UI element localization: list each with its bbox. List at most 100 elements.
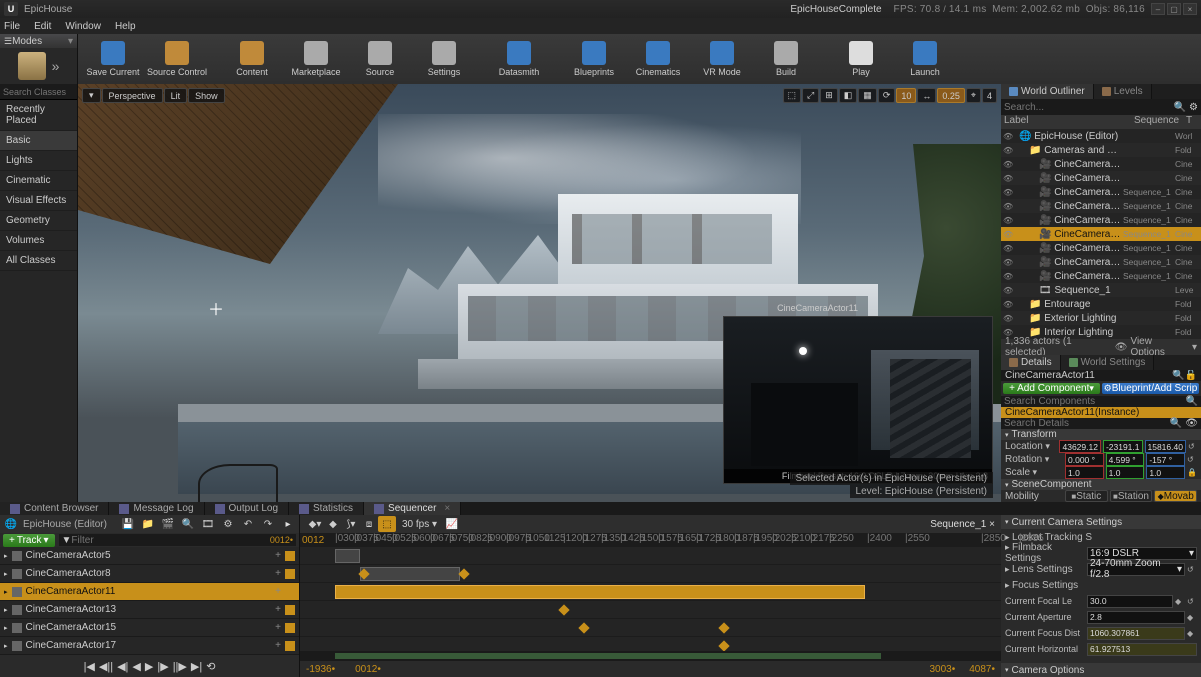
goto-start-icon[interactable]: |◀	[84, 660, 95, 673]
visibility-icon[interactable]: 👁	[1003, 244, 1015, 253]
section-current-camera[interactable]: ▾Current Camera Settings	[1001, 515, 1201, 529]
toolbar-settings[interactable]: Settings	[415, 36, 473, 82]
expand-icon[interactable]: ▸	[4, 624, 8, 632]
loc-y-field[interactable]: -23191.1	[1103, 440, 1143, 453]
tree-row[interactable]: 👁🎥 CineCameraActor3Sequence_1Cine	[1001, 185, 1201, 199]
category-cinematic[interactable]: Cinematic	[0, 171, 77, 191]
range-in[interactable]: 0012•	[355, 664, 381, 675]
visibility-icon[interactable]: 👁	[1003, 160, 1015, 169]
step-fwd-key-icon[interactable]: |▶	[157, 660, 168, 673]
vp-rtool-10[interactable]: 4	[982, 88, 997, 103]
settings-icon[interactable]: ⚙	[220, 516, 236, 532]
vp-rtool-1[interactable]: ⤢	[802, 88, 819, 103]
viewport[interactable]: ＋ ▾PerspectiveLitShow ⬚⤢⊞◧▦⟳10↔0.25⌖4 Ci…	[78, 84, 1001, 502]
toolbar-launch[interactable]: Launch	[896, 36, 954, 82]
filter-icon[interactable]: ⚙	[1189, 102, 1198, 113]
play-icon[interactable]: ▸	[280, 516, 296, 532]
section-scenecomponent[interactable]: ▾SceneComponent	[1001, 479, 1201, 490]
tab-details[interactable]: Details	[1001, 355, 1061, 370]
menu-edit[interactable]: Edit	[34, 21, 51, 32]
vp-tool-3[interactable]: Show	[188, 88, 225, 103]
tree-row[interactable]: 👁📁 Exterior LightingFold	[1001, 311, 1201, 325]
render-icon[interactable]: 🎬	[160, 516, 176, 532]
vp-rtool-2[interactable]: ⊞	[820, 88, 838, 103]
clapper-icon[interactable]: 🎞	[200, 516, 216, 532]
vp-rtool-8[interactable]: 0.25	[937, 88, 965, 103]
tab-content-browser[interactable]: Content Browser	[0, 502, 109, 515]
step-fwd-frame-icon[interactable]: ||▶	[173, 660, 187, 673]
step-back-frame-icon[interactable]: ◀||	[99, 660, 113, 673]
redo-icon[interactable]: ↷	[260, 516, 276, 532]
track-vis-icon[interactable]	[285, 587, 295, 597]
play-icon[interactable]: ▶	[145, 660, 153, 673]
mob-stationary[interactable]: ■ Station	[1110, 490, 1153, 502]
tab-output-log[interactable]: Output Log	[205, 502, 289, 515]
expand-icon[interactable]: ▸	[4, 588, 8, 596]
sequence-name[interactable]: Sequence_1 ×	[930, 519, 995, 530]
toolbar-source[interactable]: Source	[351, 36, 409, 82]
seq-track[interactable]: ▸CineCameraActor8+	[0, 565, 299, 583]
visibility-icon[interactable]: 👁	[1003, 230, 1015, 239]
reset-icon[interactable]: ↺	[1188, 442, 1197, 451]
tree-row[interactable]: 👁🎥 CineCameraActor15Sequence_1Cine	[1001, 255, 1201, 269]
tree-row[interactable]: 👁🎥 CineCameraActor5Sequence_1Cine	[1001, 199, 1201, 213]
add-track-button[interactable]: + Track ▾	[3, 534, 55, 547]
browse-icon[interactable]: 📁	[140, 516, 156, 532]
toolbar-cinematics[interactable]: Cinematics	[629, 36, 687, 82]
seq-track[interactable]: ▸CineCameraActor17+	[0, 637, 299, 655]
tree-row[interactable]: 👁🎞 Sequence_1Leve	[1001, 283, 1201, 297]
category-geometry[interactable]: Geometry	[0, 211, 77, 231]
menu-help[interactable]: Help	[115, 21, 136, 32]
tree-row[interactable]: 👁📁 Cameras and SequenceFold	[1001, 143, 1201, 157]
toolbar-vr-mode[interactable]: VR Mode	[693, 36, 751, 82]
menu-file[interactable]: File	[4, 21, 20, 32]
modes-expand-icon[interactable]: »	[52, 58, 60, 74]
vp-rtool-9[interactable]: ⌖	[966, 88, 981, 103]
visibility-icon[interactable]: 👁	[1003, 272, 1015, 281]
toolbar-datasmith[interactable]: Datasmith	[490, 36, 548, 82]
reset-icon[interactable]: ↺	[1187, 597, 1197, 606]
snap-icon[interactable]: ⧈	[360, 516, 378, 532]
expand-icon[interactable]: ▸	[4, 642, 8, 650]
visibility-icon[interactable]: 👁	[1003, 286, 1015, 295]
menu-window[interactable]: Window	[65, 21, 101, 32]
category-visual-effects[interactable]: Visual Effects	[0, 191, 77, 211]
place-mode-icon[interactable]	[18, 52, 46, 80]
expand-icon[interactable]: ▸	[4, 606, 8, 614]
camera-cut[interactable]	[360, 567, 460, 581]
seq-track[interactable]: ▸CineCameraActor15+	[0, 619, 299, 637]
loop-icon[interactable]: ⟲	[206, 660, 215, 673]
vp-rtool-0[interactable]: ⬚	[783, 88, 802, 103]
expand-icon[interactable]: ▸	[4, 570, 8, 578]
tab-world-settings[interactable]: World Settings	[1061, 355, 1155, 370]
visibility-icon[interactable]: 👁	[1003, 314, 1015, 323]
vp-rtool-3[interactable]: ◧	[839, 88, 858, 103]
vp-rtool-7[interactable]: ↔	[917, 88, 936, 103]
track-vis-icon[interactable]	[285, 623, 295, 633]
camera-cut[interactable]	[335, 585, 865, 599]
vp-tool-1[interactable]: Perspective	[102, 88, 163, 103]
scl-y-field[interactable]: 1.0	[1106, 466, 1145, 479]
add-key-icon[interactable]: +	[275, 568, 281, 579]
goto-end-icon[interactable]: ▶|	[191, 660, 202, 673]
focal-length-field[interactable]: 30.0	[1087, 595, 1173, 608]
fps-label[interactable]: 30 fps ▾	[402, 519, 437, 530]
search-components-input[interactable]	[1004, 396, 1186, 407]
play-reverse-icon[interactable]: ◀	[132, 660, 140, 673]
keyframe-icon[interactable]	[458, 568, 469, 579]
lens-dropdown[interactable]: 24-70mm Zoom f/2.8▾	[1087, 563, 1185, 576]
snap-enabled-icon[interactable]: ⬚	[378, 516, 396, 532]
track-vis-icon[interactable]	[285, 551, 295, 561]
visibility-icon[interactable]: 👁	[1003, 146, 1015, 155]
lock-scale-icon[interactable]: 🔒	[1187, 468, 1197, 477]
section-transform[interactable]: ▾Transform	[1001, 429, 1201, 440]
rot-y-field[interactable]: 4.599 °	[1106, 453, 1145, 466]
loc-x-field[interactable]: 43629.12	[1059, 440, 1100, 453]
curve-icon[interactable]: ⟆▾	[342, 516, 360, 532]
category-lights[interactable]: Lights	[0, 151, 77, 171]
tree-row[interactable]: 👁🎥 CineCameraActor13Sequence_1Cine	[1001, 241, 1201, 255]
keyframe-icon[interactable]	[718, 640, 729, 651]
lane[interactable]	[300, 601, 1001, 619]
tree-row[interactable]: 👁🎥 CineCameraActor17Sequence_1Cine	[1001, 269, 1201, 283]
seq-track[interactable]: ▸CineCameraActor13+	[0, 601, 299, 619]
